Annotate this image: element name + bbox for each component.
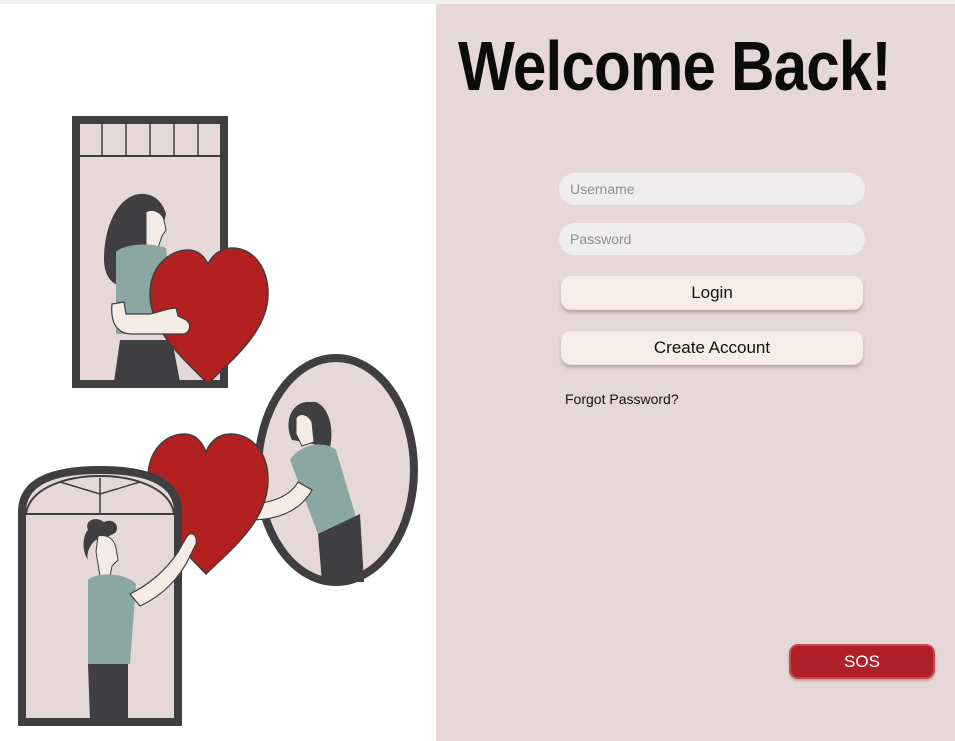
love-sharing-illustration: [18, 116, 418, 726]
page-title: Welcome Back!: [458, 27, 892, 105]
username-input[interactable]: [559, 173, 865, 205]
arched-window-figure: [18, 465, 197, 726]
login-button[interactable]: Login: [561, 276, 863, 310]
password-input[interactable]: [559, 223, 865, 255]
sos-button[interactable]: SOS: [789, 644, 935, 679]
create-account-button[interactable]: Create Account: [561, 331, 863, 365]
illustration-panel: [0, 4, 436, 741]
forgot-password-link[interactable]: Forgot Password?: [565, 391, 679, 407]
top-window-figure: [72, 116, 269, 388]
login-panel: Welcome Back! Login Create Account Forgo…: [436, 4, 955, 741]
